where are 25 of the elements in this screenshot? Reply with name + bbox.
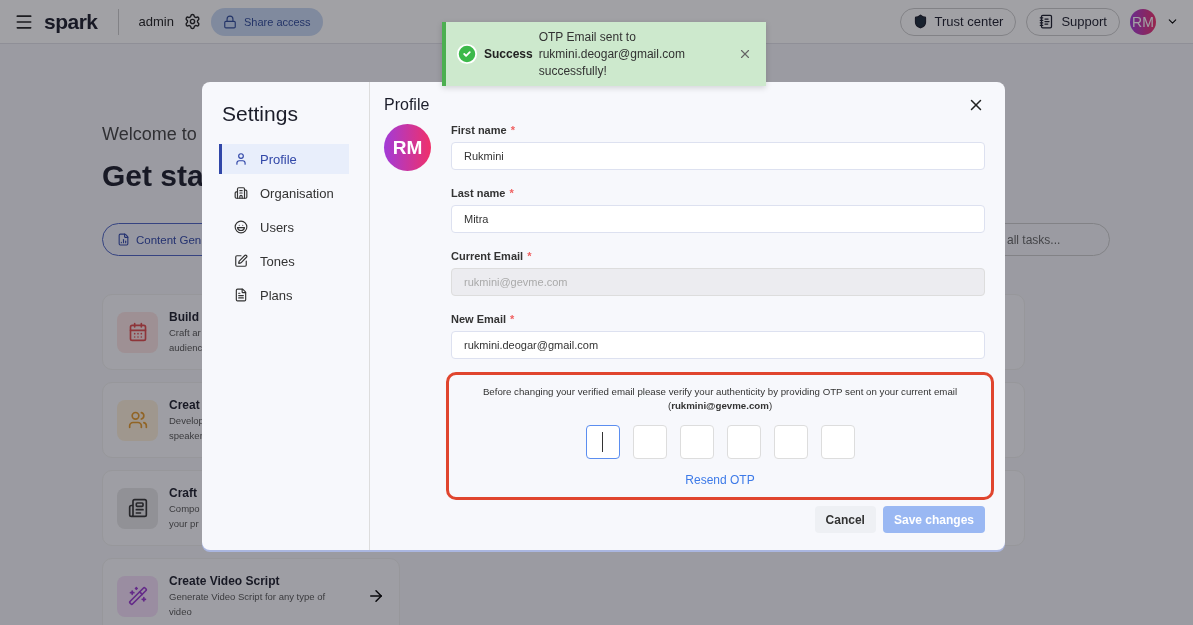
field-label: Last name *: [451, 187, 514, 199]
dialog-title: Settings: [222, 102, 299, 126]
page-heading: Get sta: [102, 159, 204, 193]
card-description: speaker: [169, 429, 204, 442]
profile-avatar: RM: [384, 124, 431, 171]
card-title: Creat: [169, 398, 201, 412]
card-description: audienc: [169, 341, 204, 354]
card-title: Create Video Script: [169, 574, 281, 588]
toast-message: OTP Email sent to rukmini.deogar@gmail.com successfully!: [538, 28, 686, 80]
toast-title: Success: [484, 47, 533, 61]
card-description: Craft ar: [169, 326, 202, 339]
card-title: Craft: [169, 486, 198, 500]
field-label: Current Email *: [451, 250, 532, 262]
card-description: Compo: [169, 502, 201, 515]
field-label: New Email *: [451, 313, 515, 325]
card-title: Build: [169, 310, 200, 324]
section-title: Profile: [384, 96, 430, 114]
card-description: your pr: [169, 517, 200, 530]
brand-logo: spark: [44, 9, 98, 34]
field-label: First name *: [451, 124, 515, 136]
card-description: video: [169, 605, 193, 618]
welcome-text: Welcome to: [102, 124, 197, 145]
otp-instructions: Before changing your verified email please verify your authenticity by providing OTP sent on your current email (rukmini@gevme.com): [481, 385, 959, 413]
user-name: admin: [138, 14, 174, 29]
card-description: Generate Video Script for any type of: [169, 590, 327, 603]
